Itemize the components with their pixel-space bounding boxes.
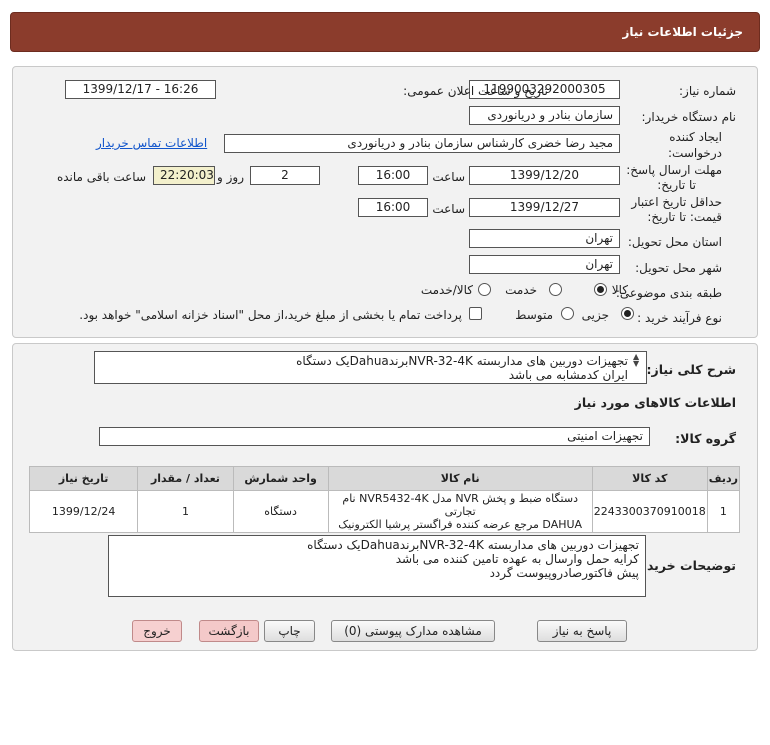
goods-table: ردیف کد کالا نام کالا واحد شمارش تعداد /… (28, 466, 741, 533)
buyer-notes-line-1: تجهیزات دوربین های مداربسته NVR-32-4Kبرن… (307, 538, 639, 552)
page-header: جزئیات اطلاعات نیاز (10, 12, 760, 52)
page-title: جزئیات اطلاعات نیاز (622, 25, 743, 39)
treasury-payment-note: پرداخت تمام یا بخشی از مبلغ خرید،از محل … (79, 308, 462, 322)
buyer-org-field: سازمان بنادر و دریانوردی (469, 106, 620, 125)
buyer-contact-link[interactable]: اطلاعات تماس خریدار (96, 136, 207, 150)
col-name: نام کالا (327, 466, 593, 491)
col-unit: واحد شمارش (232, 466, 329, 491)
announce-datetime-field: 1399/12/17 - 16:26 (65, 80, 216, 99)
validity-time-label: ساعت (432, 202, 465, 216)
cell-row: 1 (706, 490, 741, 533)
validity-label: حداقل تاریخ اعتبار (631, 195, 722, 209)
exit-button[interactable]: خروج (132, 620, 182, 642)
cell-name-line-2: DAHUA مرجع عرضه کننده فراگستر پرشیا الکت… (338, 518, 583, 531)
col-qty: تعداد / مقدار (137, 466, 234, 491)
cell-qty: 1 (137, 490, 234, 533)
print-button[interactable]: چاپ (264, 620, 315, 642)
cell-unit: دستگاه (232, 490, 329, 533)
need-number-label: شماره نیاز: (679, 84, 736, 98)
process-medium-label: متوسط (515, 308, 553, 322)
process-partial-label: جزیی (581, 308, 609, 322)
summary-line-2: ایران کدمشابه می باشد (508, 368, 628, 382)
cell-code: 2243300370910018 (591, 490, 708, 533)
category-goods-label: کالا (611, 283, 628, 297)
city-label: شهر محل تحویل: (635, 261, 722, 275)
goods-info-title: اطلاعات کالاهای مورد نیاز (574, 395, 736, 410)
validity-label-2: قیمت: تا تاریخ: (647, 210, 722, 224)
days-label: روز و (217, 170, 244, 184)
reply-time-label: ساعت (432, 170, 465, 184)
reply-time-field: 16:00 (358, 166, 428, 185)
col-code: کد کالا (591, 466, 708, 491)
summary-textarea[interactable]: تجهیزات دوربین های مداربسته NVR-32-4Kبرن… (94, 351, 647, 384)
reply-date-field: 1399/12/20 (469, 166, 620, 185)
remaining-time-label: ساعت باقی مانده (56, 170, 146, 184)
remaining-time-field: 22:20:03 (153, 166, 215, 185)
province-label: استان محل تحویل: (627, 235, 722, 249)
process-label: نوع فرآیند خرید : (637, 311, 722, 325)
reply-deadline-label-2: تا تاریخ: (657, 178, 696, 192)
resize-icon[interactable]: ▲ ▼ (633, 353, 639, 368)
category-service-radio[interactable] (549, 283, 562, 296)
back-button[interactable]: بازگشت (199, 620, 259, 642)
buyer-org-label: نام دستگاه خریدار: (641, 110, 737, 124)
city-field: تهران (469, 255, 620, 274)
buyer-notes-line-2: کرایه حمل وارسال به عهده تامین کننده می … (395, 552, 639, 566)
creator-field: مجید رضا خضری کارشناس سازمان بنادر و دری… (224, 134, 620, 153)
goods-group-field: تجهیزات امنیتی (99, 427, 650, 446)
col-row: ردیف (706, 466, 741, 491)
table-row: 1 2243300370910018 دستگاه ضبط و پخش NVR … (28, 490, 741, 533)
creator-label: ایجاد کننده (669, 130, 722, 144)
category-goods-radio[interactable] (594, 283, 607, 296)
province-field: تهران (469, 229, 620, 248)
category-goods-service-label: کالا/خدمت (420, 283, 473, 297)
cell-name-line-1: دستگاه ضبط و پخش NVR مدل NVR5432-4K نام … (342, 492, 578, 518)
cell-name: دستگاه ضبط و پخش NVR مدل NVR5432-4K نام … (327, 490, 593, 533)
reply-button[interactable]: پاسخ به نیاز (537, 620, 627, 642)
treasury-payment-checkbox[interactable] (469, 307, 482, 320)
goods-group-label: گروه کالا: (675, 431, 736, 446)
process-partial-radio[interactable] (621, 307, 634, 320)
buyer-notes-line-3: پیش فاکتورصادروپیوست گردد (489, 566, 639, 580)
summary-label: شرح کلی نیاز: (646, 362, 736, 377)
buyer-notes-textarea[interactable]: تجهیزات دوربین های مداربسته NVR-32-4Kبرن… (108, 535, 646, 597)
validity-date-field: 1399/12/27 (469, 198, 620, 217)
process-medium-radio[interactable] (561, 307, 574, 320)
cell-date: 1399/12/24 (28, 490, 139, 533)
category-service-label: خدمت (505, 283, 537, 297)
reply-deadline-label: مهلت ارسال پاسخ: (626, 163, 722, 177)
view-attachments-button[interactable]: مشاهده مدارک پیوستی (0) (331, 620, 495, 642)
announce-label: تاریخ و ساعت اعلان عمومی: (403, 84, 548, 98)
validity-time-field: 16:00 (358, 198, 428, 217)
category-goods-service-radio[interactable] (478, 283, 491, 296)
buyer-notes-label: توضیحات خریدار: (630, 558, 736, 573)
days-remaining-field: 2 (250, 166, 320, 185)
col-date: تاریخ نیاز (28, 466, 139, 491)
category-label: طبقه بندی موضوعی: (615, 286, 722, 300)
summary-line-1: تجهیزات دوربین های مداربسته NVR-32-4Kبرن… (296, 354, 628, 368)
creator-label-2: درخواست: (668, 146, 722, 160)
